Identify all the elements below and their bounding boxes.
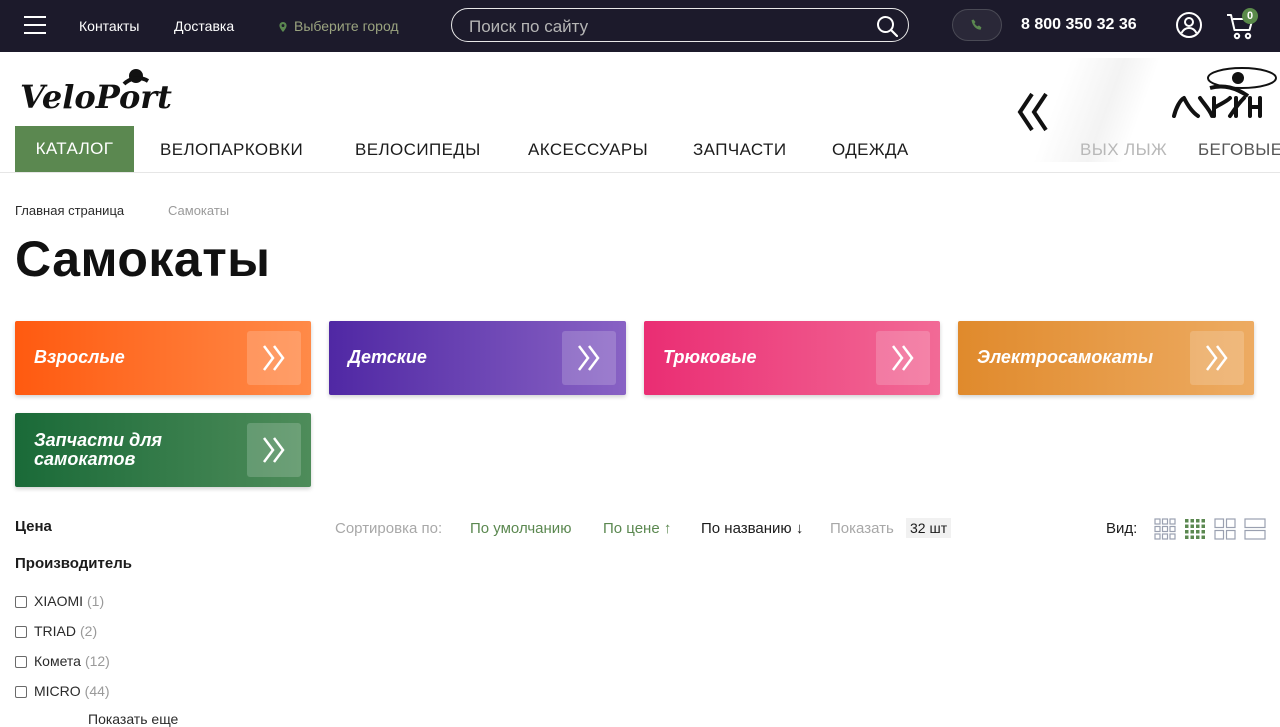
category-label: Взрослые	[34, 347, 125, 367]
category-electric[interactable]: Электросамокаты	[958, 321, 1254, 395]
view-grid-2-icon[interactable]	[1214, 518, 1236, 540]
ski-banner-logo[interactable]	[1170, 64, 1280, 124]
double-chevron-right-icon	[263, 345, 285, 371]
category-kids[interactable]: Детские	[329, 321, 626, 395]
checkbox[interactable]	[15, 626, 27, 638]
search-input[interactable]	[467, 15, 851, 39]
double-chevron-right-icon	[892, 345, 914, 371]
city-selector[interactable]: Выберите город	[278, 18, 399, 34]
category-label: Трюковые	[663, 347, 757, 367]
brand-filter-item[interactable]: TRIAD (2)	[15, 623, 97, 639]
category-arrow-button[interactable]	[1190, 331, 1244, 385]
filter-price-heading[interactable]: Цена	[15, 518, 52, 535]
brand-name: XIAOMI	[34, 593, 84, 609]
nav-item-skis-partial[interactable]: ВЫХ ЛЫЖ	[1080, 140, 1167, 160]
call-button[interactable]	[952, 9, 1002, 41]
brand-filter-item[interactable]: MICRO (44)	[15, 683, 110, 699]
brand-count: (44)	[84, 683, 110, 699]
category-arrow-button[interactable]	[562, 331, 616, 385]
category-label-line1: Запчасти для	[34, 430, 163, 450]
delivery-link[interactable]: Доставка	[174, 18, 234, 34]
search-icon[interactable]	[876, 15, 898, 37]
sort-name[interactable]: По названию ↓	[701, 520, 803, 537]
nav-item-cross-country[interactable]: БЕГОВЫЕ	[1198, 140, 1280, 160]
sort-label: Сортировка по:	[335, 520, 443, 537]
phone-number[interactable]: 8 800 350 32 36	[1021, 16, 1137, 34]
show-more-link[interactable]: Показать еще	[88, 711, 178, 727]
category-adult[interactable]: Взрослые	[15, 321, 311, 395]
double-chevron-right-icon	[578, 345, 600, 371]
page-title: Самокаты	[15, 231, 271, 287]
brand-name: MICRO	[34, 683, 81, 699]
double-chevron-right-icon	[1206, 345, 1228, 371]
category-arrow-button[interactable]	[876, 331, 930, 385]
checkbox[interactable]	[15, 686, 27, 698]
nav-item-bicycles[interactable]: ВЕЛОСИПЕДЫ	[355, 140, 481, 160]
brand-filter-item[interactable]: Комета (12)	[15, 653, 110, 669]
main-nav: КАТАЛОГ ВЕЛОПАРКОВКИ ВЕЛОСИПЕДЫ АКСЕССУА…	[0, 126, 1280, 173]
filter-manufacturer-heading[interactable]: Производитель	[15, 555, 132, 572]
brand-name: TRIAD	[34, 623, 76, 639]
phone-icon	[971, 19, 982, 30]
double-chevron-right-icon	[263, 437, 285, 463]
catalog-button[interactable]: КАТАЛОГ	[15, 126, 134, 172]
contacts-link[interactable]: Контакты	[79, 18, 139, 34]
category-label: Электросамокаты	[977, 347, 1154, 367]
city-label: Выберите город	[294, 18, 399, 34]
brand-count: (2)	[80, 623, 98, 639]
category-arrow-button[interactable]	[247, 331, 301, 385]
brand-count: (12)	[84, 653, 110, 669]
menu-icon[interactable]	[24, 16, 46, 34]
location-pin-icon	[279, 22, 287, 32]
checkbox[interactable]	[15, 656, 27, 668]
nav-item-accessories[interactable]: АКСЕССУАРЫ	[528, 140, 648, 160]
show-count-label: Показать	[830, 520, 894, 537]
nav-item-parts[interactable]: ЗАПЧАСТИ	[693, 140, 786, 160]
view-label: Вид:	[1106, 520, 1138, 537]
svg-text:VeloPort: VeloPort	[20, 78, 172, 114]
brand-count: (1)	[87, 593, 105, 609]
show-count-select[interactable]: 32 шт	[906, 518, 952, 538]
category-arrow-button[interactable]	[247, 423, 301, 477]
brand-name: Комета	[34, 653, 81, 669]
search-box[interactable]	[451, 8, 909, 42]
category-label: Детские	[348, 347, 427, 367]
category-label-line2: самокатов	[34, 449, 136, 469]
user-account-icon[interactable]	[1176, 12, 1202, 38]
top-bar: Контакты Доставка Выберите город 8 800 3…	[0, 0, 1280, 52]
veloport-logo[interactable]: VeloPort	[20, 64, 180, 114]
checkbox[interactable]	[15, 596, 27, 608]
breadcrumb-current: Самокаты	[168, 203, 230, 218]
view-list-icon[interactable]	[1244, 518, 1266, 540]
breadcrumb-home[interactable]: Главная страница	[15, 203, 124, 218]
category-stunt[interactable]: Трюковые	[644, 321, 940, 395]
view-grid-4-icon[interactable]	[1184, 518, 1206, 540]
view-grid-3-icon[interactable]	[1154, 518, 1176, 540]
nav-item-clothing[interactable]: ОДЕЖДА	[832, 140, 909, 160]
brand-filter-item[interactable]: XIAOMI (1)	[15, 593, 104, 609]
category-scooter-parts[interactable]: Запчасти для самокатов	[15, 413, 311, 487]
cart-count-badge: 0	[1242, 8, 1258, 24]
nav-item-parking[interactable]: ВЕЛОПАРКОВКИ	[160, 140, 303, 160]
sort-price[interactable]: По цене ↑	[603, 520, 671, 537]
sort-default[interactable]: По умолчанию	[470, 520, 571, 537]
